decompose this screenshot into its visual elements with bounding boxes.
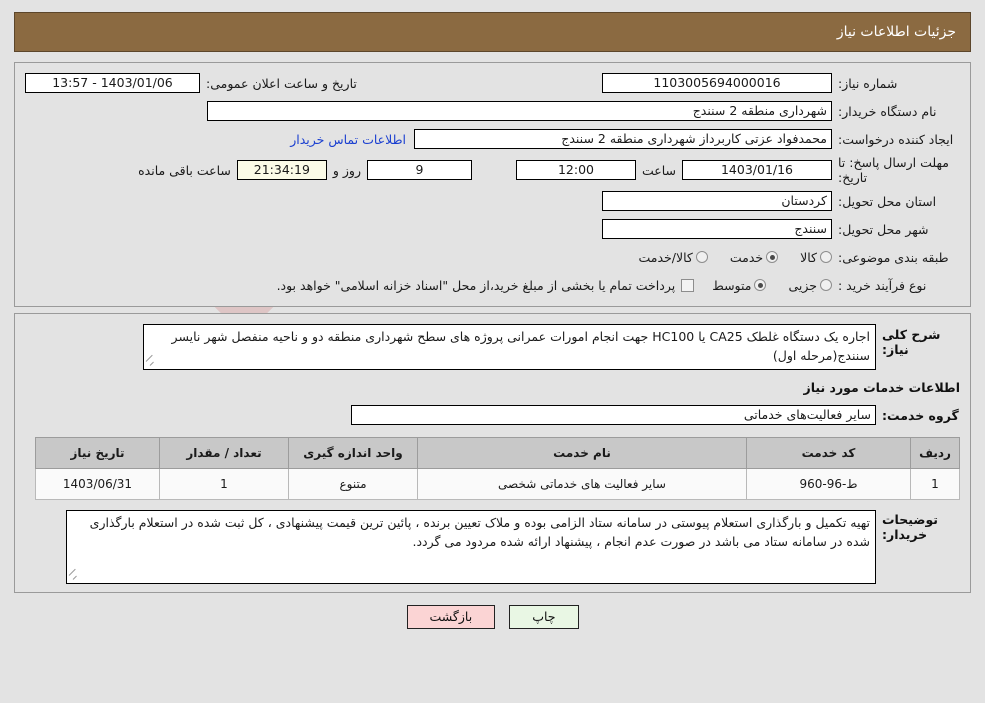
- radio-icon-khedmat[interactable]: [766, 251, 779, 263]
- service-details-panel: شرح کلی نیاز: اجاره یک دستگاه غلطک CA25 …: [14, 313, 971, 593]
- process-option-jozee-label: جزیی: [788, 277, 817, 293]
- category-option-khedmat-label: خدمت: [729, 249, 764, 265]
- deadline-date-value: 1403/01/16: [682, 160, 832, 180]
- back-button[interactable]: بازگشت: [406, 605, 496, 629]
- buyer-notes-textarea[interactable]: تهیه تکمیل و بارگذاری استعلام پیوستی در …: [66, 510, 876, 584]
- treasury-checkbox-wrap[interactable]: پرداخت تمام یا بخشی از مبلغ خرید،از محل …: [267, 278, 695, 293]
- row-buyer-org: نام دستگاه خریدار: شهرداری منطقه 2 سنندج: [25, 99, 960, 123]
- countdown-suffix: ساعت باقی مانده: [138, 162, 231, 178]
- hour-label: ساعت: [641, 162, 676, 178]
- page-title-bar: جزئیات اطلاعات نیاز: [14, 12, 971, 52]
- need-number-value: 1103005694000016: [602, 73, 832, 93]
- radio-icon-kala[interactable]: [820, 251, 832, 263]
- announce-date-label: تاریخ و ساعت اعلان عمومی:: [206, 75, 357, 91]
- row-creator: ایجاد کننده درخواست: محمدفواد عزتی کاربر…: [25, 127, 960, 151]
- remaining-days-suffix: روز و: [332, 162, 361, 178]
- cell-radif: 1: [910, 468, 960, 500]
- city-label: شهر محل تحویل:: [838, 221, 929, 237]
- process-option-motevaset[interactable]: متوسط: [694, 277, 767, 293]
- table-row: 1 ط-96-960 سایر فعالیت های خدماتی شخصی م…: [35, 468, 960, 500]
- need-info-panel: شماره نیاز: 1103005694000016 تاریخ و ساع…: [14, 62, 971, 307]
- cell-need-date: 1403/06/31: [35, 468, 160, 500]
- col-service-name: نام خدمت: [417, 437, 747, 469]
- col-radif: ردیف: [910, 437, 960, 469]
- page-root: Tender AriaTender.net جزئیات اطلاعات نیا…: [0, 12, 985, 703]
- services-table: ردیف کد خدمت نام خدمت واحد اندازه گیری ت…: [35, 437, 960, 500]
- process-option-motevaset-label: متوسط: [712, 277, 752, 293]
- creator-value: محمدفواد عزتی کاربرداز شهرداری منطقه 2 س…: [414, 129, 832, 149]
- province-value: کردستان: [602, 191, 832, 211]
- countdown-timer: 21:34:19: [236, 160, 327, 180]
- row-city: شهر محل تحویل: سنندج: [25, 217, 960, 241]
- table-header-row: ردیف کد خدمت نام خدمت واحد اندازه گیری ت…: [35, 437, 960, 469]
- category-label: طبقه بندی موضوعی:: [838, 249, 949, 265]
- deadline-label: مهلت ارسال پاسخ: تا تاریخ:: [838, 155, 949, 185]
- cell-unit: متنوع: [288, 468, 418, 500]
- col-service-code: کد خدمت: [746, 437, 911, 469]
- buyer-notes-label: توضیحات خریدار:: [882, 512, 938, 542]
- treasury-checkbox-label: پرداخت تمام یا بخشی از مبلغ خرید،از محل …: [276, 277, 676, 293]
- page-title: جزئیات اطلاعات نیاز: [836, 24, 956, 40]
- description-label: شرح کلی نیاز:: [882, 327, 941, 357]
- col-need-date: تاریخ نیاز: [35, 437, 160, 469]
- cell-quantity: 1: [159, 468, 289, 500]
- services-section-title: اطلاعات خدمات مورد نیاز: [803, 380, 961, 395]
- announce-date-value: 1403/01/06 - 13:57: [25, 73, 200, 93]
- category-option-khedmat[interactable]: خدمت: [712, 249, 779, 265]
- service-group-value: سایر فعالیت‌های خدماتی: [351, 405, 876, 425]
- process-radio-group: جزیی متوسط: [694, 278, 832, 293]
- print-button[interactable]: چاپ: [509, 605, 579, 629]
- radio-icon-kala-khedmat[interactable]: [695, 251, 708, 263]
- buyer-contact-link[interactable]: اطلاعات تماس خریدار: [282, 132, 414, 147]
- checkbox-icon-treasury[interactable]: [681, 278, 695, 292]
- service-group-label: گروه خدمت:: [882, 407, 959, 423]
- province-label: استان محل تحویل:: [838, 193, 937, 209]
- row-process-type: نوع فرآیند خرید : جزیی متوسط پرداخت تمام…: [25, 273, 960, 297]
- creator-label: ایجاد کننده درخواست:: [838, 131, 954, 147]
- cell-service-code: ط-96-960: [746, 468, 911, 500]
- resize-handle-icon[interactable]: [145, 354, 155, 368]
- resize-handle-icon[interactable]: [68, 568, 78, 582]
- radio-icon-motevaset[interactable]: [754, 279, 767, 291]
- process-type-label: نوع فرآیند خرید :: [838, 277, 927, 293]
- category-option-kala-khedmat-label: کالا/خدمت: [638, 249, 693, 265]
- row-service-group: گروه خدمت: سایر فعالیت‌های خدماتی: [25, 405, 960, 425]
- row-buyer-notes: توضیحات خریدار: تهیه تکمیل و بارگذاری اس…: [25, 510, 960, 584]
- description-textarea[interactable]: اجاره یک دستگاه غلطک CA25 یا HC100 جهت ا…: [143, 324, 876, 370]
- radio-icon-jozee[interactable]: [820, 279, 832, 291]
- row-deadline: مهلت ارسال پاسخ: تا تاریخ: 1403/01/16 سا…: [25, 155, 960, 185]
- category-radio-group: کالا خدمت کالا/خدمت: [620, 250, 832, 265]
- buyer-org-value: شهرداری منطقه 2 سنندج: [207, 101, 832, 121]
- row-category: طبقه بندی موضوعی: کالا خدمت کالا/خدمت: [25, 245, 960, 269]
- buyer-org-label: نام دستگاه خریدار:: [838, 103, 937, 119]
- need-number-label: شماره نیاز:: [838, 75, 898, 91]
- row-need-number: شماره نیاز: 1103005694000016 تاریخ و ساع…: [25, 71, 960, 95]
- row-description: شرح کلی نیاز: اجاره یک دستگاه غلطک CA25 …: [25, 324, 960, 370]
- button-bar: چاپ بازگشت: [0, 605, 985, 629]
- col-quantity: تعداد / مقدار: [159, 437, 289, 469]
- col-unit: واحد اندازه گیری: [288, 437, 418, 469]
- deadline-hour-value: 12:00: [515, 160, 636, 180]
- city-value: سنندج: [602, 219, 832, 239]
- category-option-kala-label: کالا: [800, 249, 817, 265]
- process-option-jozee[interactable]: جزیی: [770, 278, 832, 293]
- remaining-days-value: 9: [366, 160, 472, 180]
- category-option-kala-khedmat[interactable]: کالا/خدمت: [620, 249, 708, 265]
- cell-service-name: سایر فعالیت های خدماتی شخصی: [417, 468, 747, 500]
- category-option-kala[interactable]: کالا: [782, 250, 832, 265]
- row-province: استان محل تحویل: کردستان: [25, 189, 960, 213]
